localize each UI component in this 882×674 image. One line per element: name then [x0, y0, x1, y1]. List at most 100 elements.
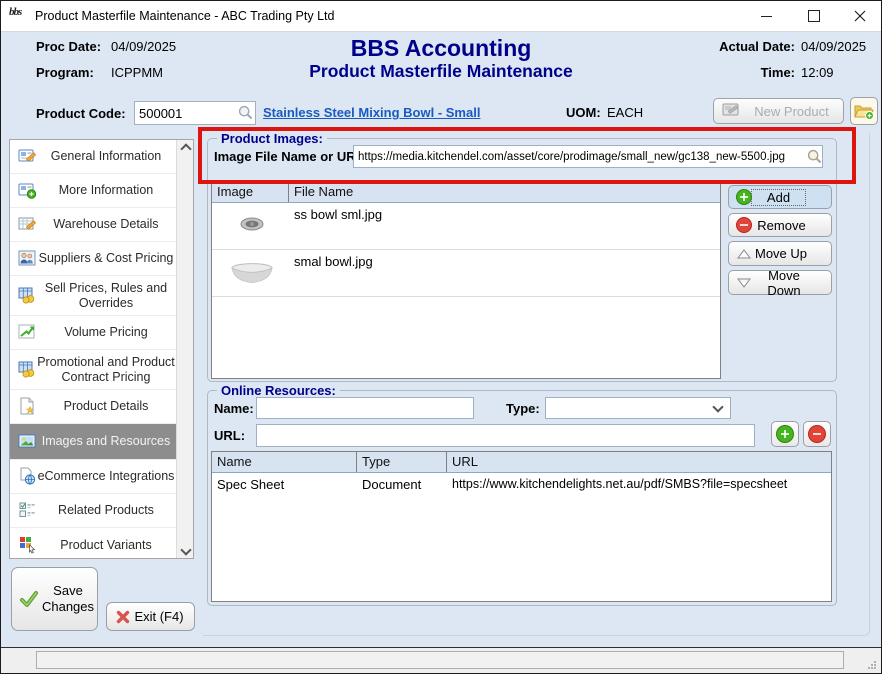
open-folder-button[interactable] [850, 97, 878, 125]
product-variants-icon [18, 535, 38, 555]
sidebar-nav: General Information More Information War… [9, 139, 194, 559]
sidebar-item-images-and-resources[interactable]: Images and Resources [10, 424, 176, 460]
resize-grip[interactable] [867, 660, 876, 669]
column-header-file-name: File Name [289, 182, 720, 202]
add-icon [736, 189, 752, 205]
column-header-name: Name [212, 452, 357, 472]
resource-name-input[interactable] [256, 397, 474, 419]
time-value: 12:09 [801, 65, 834, 80]
save-check-icon [19, 589, 39, 609]
product-code-search-icon[interactable] [238, 105, 253, 125]
resource-name-label: Name: [214, 401, 254, 416]
new-product-label: New Product [740, 104, 843, 119]
exit-x-icon [116, 610, 130, 624]
resource-url-label: URL: [214, 428, 245, 443]
image-url-input[interactable] [353, 145, 823, 168]
remove-image-button[interactable]: Remove [728, 213, 832, 237]
time-label: Time: [713, 65, 795, 80]
scroll-down-icon[interactable] [177, 541, 194, 558]
volume-pricing-icon [18, 323, 38, 343]
resource-name-cell: Spec Sheet [217, 477, 284, 492]
exit-button[interactable]: Exit (F4) [106, 602, 195, 631]
uom-value: EACH [607, 105, 643, 120]
column-header-type: Type [357, 452, 447, 472]
sidebar-item-product-details[interactable]: Product Details [10, 390, 176, 424]
minimize-button[interactable] [743, 1, 789, 31]
add-resource-button[interactable] [771, 421, 799, 447]
move-up-button[interactable]: Move Up [728, 241, 832, 266]
chevron-down-icon [712, 401, 723, 412]
new-product-icon [722, 103, 740, 120]
product-images-table-header: Image File Name [212, 182, 720, 203]
save-changes-label: Save Changes [39, 583, 97, 616]
product-image-thumbnail [230, 262, 274, 291]
sidebar-item-ecommerce-integrations[interactable]: eCommerce Integrations [10, 460, 176, 494]
minimize-icon [761, 16, 772, 17]
actual-date-value: 04/09/2025 [801, 39, 866, 54]
warehouse-details-icon [18, 215, 38, 235]
add-image-button[interactable]: Add [728, 185, 832, 209]
suppliers-icon [18, 249, 38, 269]
scroll-up-icon[interactable] [177, 140, 194, 157]
move-down-button[interactable]: Move Down [728, 270, 832, 295]
sidebar-item-related-products[interactable]: Related Products [10, 494, 176, 528]
promotional-pricing-icon [18, 360, 38, 380]
window-title: Product Masterfile Maintenance - ABC Tra… [35, 9, 334, 23]
close-icon [854, 10, 866, 22]
close-button[interactable] [837, 1, 882, 31]
move-down-label: Move Down [751, 268, 817, 298]
sell-prices-icon [18, 286, 38, 306]
move-down-icon [737, 277, 751, 289]
save-changes-button[interactable]: Save Changes [11, 567, 98, 631]
product-image-thumbnail [238, 215, 266, 244]
sidebar-item-warehouse-details[interactable]: Warehouse Details [10, 208, 176, 242]
sidebar-item-promotional-pricing[interactable]: Promotional and Product Contract Pricing [10, 350, 176, 390]
image-url-label: Image File Name or URL: [214, 149, 368, 164]
maximize-button[interactable] [791, 1, 837, 31]
sidebar-item-volume-pricing[interactable]: Volume Pricing [10, 316, 176, 350]
image-url-search-icon[interactable] [807, 149, 822, 169]
online-resources-group-label: Online Resources: [217, 383, 340, 398]
folder-add-icon [854, 102, 875, 120]
product-code-label: Product Code: [36, 106, 126, 121]
table-row[interactable]: ss bowl sml.jpg [212, 203, 720, 250]
actual-date-label: Actual Date: [713, 39, 795, 54]
minus-icon [808, 425, 826, 443]
remove-icon [736, 217, 752, 233]
file-name-cell: smal bowl.jpg [294, 254, 373, 269]
app-window: bbs Product Masterfile Maintenance - ABC… [0, 0, 882, 674]
sidebar-item-suppliers-cost-pricing[interactable]: Suppliers & Cost Pricing [10, 242, 176, 276]
app-logo-icon: bbs [9, 6, 29, 26]
table-row[interactable]: smal bowl.jpg [212, 250, 720, 297]
related-products-icon [18, 501, 38, 521]
resource-url-input[interactable] [256, 424, 755, 447]
resource-type-cell: Document [362, 477, 421, 492]
sidebar-item-general-information[interactable]: General Information [10, 140, 176, 174]
resource-type-label: Type: [506, 401, 540, 416]
sidebar-item-product-variants[interactable]: Product Variants [10, 528, 176, 562]
sidebar-item-sell-prices[interactable]: Sell Prices, Rules and Overrides [10, 276, 176, 316]
resource-type-select[interactable] [545, 397, 731, 419]
online-resources-table: Name Type URL Spec Sheet Document https:… [211, 451, 832, 602]
more-information-icon [18, 181, 38, 201]
sidebar-item-more-information[interactable]: More Information [10, 174, 176, 208]
online-resources-table-header: Name Type URL [212, 452, 831, 473]
file-name-cell: ss bowl sml.jpg [294, 207, 382, 222]
move-up-icon [737, 248, 751, 260]
column-header-url: URL [447, 452, 831, 472]
remove-resource-button[interactable] [803, 421, 831, 447]
title-bar: bbs Product Masterfile Maintenance - ABC… [1, 1, 881, 32]
general-information-icon [18, 147, 38, 167]
add-button-label: Add [752, 190, 805, 205]
status-message-panel [36, 651, 844, 669]
table-row[interactable]: Spec Sheet Document https://www.kitchend… [212, 473, 831, 497]
new-product-button[interactable]: New Product [713, 98, 844, 124]
images-resources-icon [18, 432, 38, 452]
product-name-link[interactable]: Stainless Steel Mixing Bowl - Small [263, 105, 480, 120]
maximize-icon [808, 10, 820, 22]
product-images-table: Image File Name ss bowl sml.jpg smal bow… [211, 181, 721, 379]
exit-label: Exit (F4) [130, 609, 188, 624]
sidebar-scrollbar[interactable] [176, 140, 193, 558]
column-header-image: Image [212, 182, 289, 202]
ecommerce-icon [18, 467, 38, 487]
